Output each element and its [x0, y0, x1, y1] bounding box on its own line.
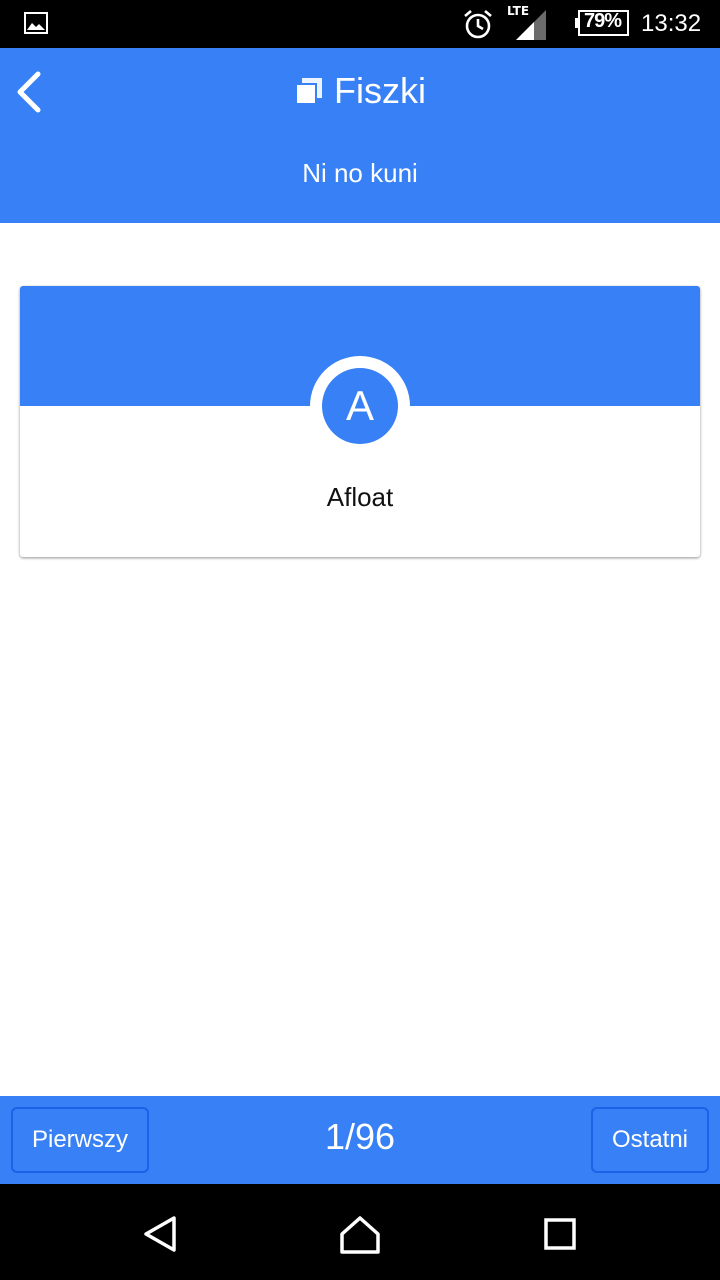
- gallery-icon: [24, 12, 48, 34]
- avatar-ring: A: [310, 356, 410, 456]
- system-nav-bar: [0, 1184, 720, 1280]
- home-icon[interactable]: [338, 1212, 382, 1256]
- avatar: A: [322, 368, 398, 444]
- page-indicator: 1/96: [324, 1116, 396, 1157]
- deck-subtitle: Ni no kuni: [302, 158, 418, 188]
- signal-icon: [516, 10, 546, 40]
- last-button[interactable]: Ostatni: [591, 1107, 709, 1173]
- recent-apps-icon[interactable]: [538, 1212, 582, 1256]
- title-group: Fiszki: [0, 66, 720, 116]
- pager-bar: Pierwszy 1/96 Ostatni: [0, 1096, 720, 1184]
- app-header: Fiszki Ni no kuni: [0, 48, 720, 223]
- battery-level: 79%: [584, 10, 622, 32]
- status-bar: LTE 79% 13:32: [0, 0, 720, 48]
- back-triangle-icon[interactable]: [138, 1212, 182, 1256]
- cards-icon: [295, 78, 322, 105]
- page-title: Fiszki: [334, 70, 426, 111]
- alarm-icon: [464, 10, 492, 39]
- clock: 13:32: [641, 10, 702, 37]
- flashcard[interactable]: A Afloat: [20, 286, 700, 557]
- card-word: Afloat: [326, 482, 394, 512]
- first-button[interactable]: Pierwszy: [11, 1107, 149, 1173]
